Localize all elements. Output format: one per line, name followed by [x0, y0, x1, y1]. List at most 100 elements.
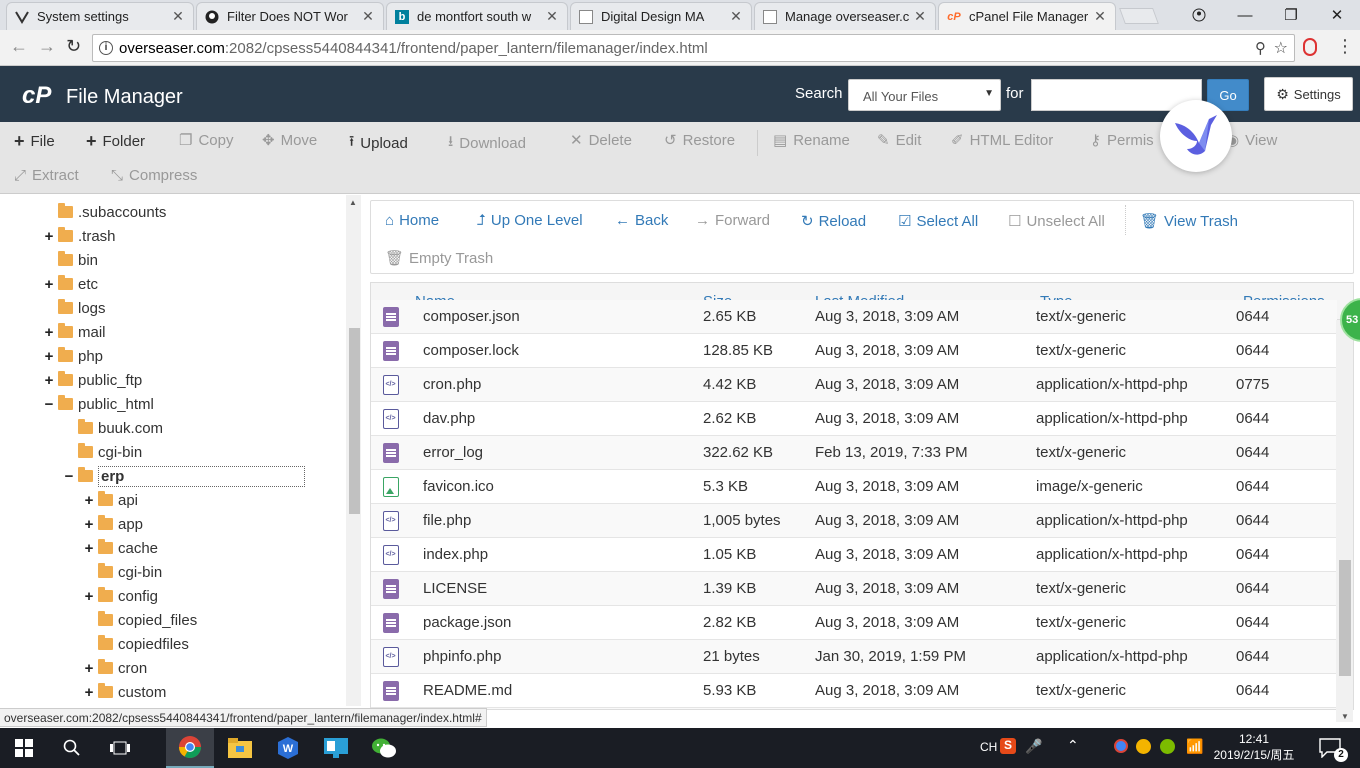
bird-assistant-icon[interactable]: [1160, 100, 1232, 172]
select-all-button[interactable]: ☑ Select All: [898, 212, 978, 231]
wechat-icon[interactable]: [360, 728, 408, 768]
tree-item[interactable]: + config: [83, 585, 158, 607]
table-row[interactable]: README.md 5.93 KB Aug 3, 2018, 3:09 AM text…: [371, 674, 1337, 708]
browser-tab[interactable]: System settings ✕: [6, 2, 194, 30]
browser-tab[interactable]: Filter Does NOT Wor ✕: [196, 2, 384, 30]
unselect-all-button[interactable]: ☐ Unselect All: [1008, 212, 1105, 231]
close-tab-icon[interactable]: ✕: [545, 8, 559, 25]
task-view-icon[interactable]: [96, 728, 144, 768]
tree-item[interactable]: buuk.com: [63, 417, 163, 439]
tree-expander[interactable]: +: [83, 492, 95, 509]
tree-item[interactable]: logs: [43, 297, 106, 319]
copy-button[interactable]: ❐ Copy: [179, 131, 233, 150]
close-tab-icon[interactable]: ✕: [171, 8, 185, 25]
new-tab-button[interactable]: [1119, 8, 1159, 24]
view-button[interactable]: ◉ View: [1226, 131, 1277, 150]
tree-item-selected[interactable]: − erp: [63, 465, 306, 487]
scroll-down-arrow-icon[interactable]: ▼: [1341, 712, 1349, 721]
table-scrollbar-thumb[interactable]: [1339, 560, 1351, 676]
chrome-menu-icon[interactable]: ⋮: [1336, 36, 1354, 57]
browser-tab-active[interactable]: cP cPanel File Manager ✕: [938, 2, 1116, 30]
chrome-taskbar-icon[interactable]: [166, 728, 214, 768]
new-file-button[interactable]: + File: [14, 131, 55, 152]
tree-item[interactable]: + api: [83, 489, 138, 511]
table-row[interactable]: package.json 2.82 KB Aug 3, 2018, 3:09 AM t…: [371, 606, 1337, 640]
windows-start-icon[interactable]: [0, 728, 48, 768]
reload-button[interactable]: ↻ Reload: [801, 212, 866, 231]
action-center-icon[interactable]: 2: [1306, 728, 1354, 768]
tree-expander[interactable]: +: [83, 516, 95, 533]
tree-item[interactable]: + app: [83, 513, 143, 535]
table-row[interactable]: index.php 1.05 KB Aug 3, 2018, 3:09 AM appl…: [371, 538, 1337, 572]
tree-expander[interactable]: +: [43, 276, 55, 293]
forward-icon[interactable]: →: [38, 36, 56, 57]
html-editor-button[interactable]: ✐ HTML Editor: [951, 131, 1053, 150]
move-button[interactable]: ✥ Move: [262, 131, 317, 150]
tree-item[interactable]: + cache: [83, 537, 158, 559]
table-row[interactable]: phpinfo.php 21 bytes Jan 30, 2019, 1:59 PM…: [371, 640, 1337, 674]
edit-button[interactable]: ✎ Edit: [877, 131, 921, 150]
tree-item[interactable]: + etc: [43, 273, 98, 295]
search-icon[interactable]: [48, 728, 96, 768]
tree-item[interactable]: + mail: [43, 321, 106, 343]
browser-tab[interactable]: b de montfort south w ✕: [386, 2, 568, 30]
table-row[interactable]: favicon.ico 5.3 KB Aug 3, 2018, 3:09 AM ima…: [371, 470, 1337, 504]
tree-item[interactable]: .subaccounts: [43, 201, 166, 223]
chrome-tray-icon[interactable]: [1114, 739, 1128, 753]
download-button[interactable]: ⭳ Download: [448, 131, 526, 156]
tray-app-icon[interactable]: [1136, 739, 1151, 754]
wps-office-icon[interactable]: W: [264, 728, 312, 768]
tree-item[interactable]: cgi-bin: [83, 561, 162, 583]
close-tab-icon[interactable]: ✕: [1093, 8, 1107, 25]
bookmark-star-icon[interactable]: ☆: [1274, 38, 1288, 58]
empty-trash-button[interactable]: 🗑 Empty Trash: [385, 249, 493, 268]
delete-button[interactable]: ✕ Delete: [570, 131, 632, 150]
tree-item[interactable]: + custom: [83, 681, 166, 703]
tree-item[interactable]: + .trash: [43, 225, 116, 247]
input-language-indicator[interactable]: CH: [980, 740, 997, 754]
tree-expander[interactable]: +: [43, 324, 55, 341]
tree-expander[interactable]: +: [43, 348, 55, 365]
tree-scrollbar-thumb[interactable]: [349, 328, 360, 514]
close-tab-icon[interactable]: ✕: [361, 8, 375, 25]
tree-item[interactable]: bin: [43, 249, 98, 271]
close-tab-icon[interactable]: ✕: [913, 8, 927, 25]
table-row[interactable]: file.php 1,005 bytes Aug 3, 2018, 3:09 AM a…: [371, 504, 1337, 538]
forward-button[interactable]: → Forward: [695, 212, 770, 229]
tree-item[interactable]: − public_html: [43, 393, 154, 415]
up-one-level-button[interactable]: ⮥ Up One Level: [477, 212, 583, 229]
home-button[interactable]: ⌂ Home: [385, 212, 439, 229]
back-icon[interactable]: ←: [10, 36, 28, 57]
reload-icon[interactable]: ↻: [66, 36, 81, 57]
tree-expander[interactable]: +: [83, 540, 95, 557]
chevron-up-icon[interactable]: ⌃: [1067, 737, 1079, 754]
settings-button[interactable]: ⚙ Settings: [1264, 77, 1353, 111]
extension-icon[interactable]: [1303, 38, 1317, 56]
tree-expander[interactable]: +: [43, 372, 55, 389]
tree-expander[interactable]: +: [83, 660, 95, 677]
table-row[interactable]: dav.php 2.62 KB Aug 3, 2018, 3:09 AM applic…: [371, 402, 1337, 436]
restore-icon[interactable]: ❐: [1268, 0, 1314, 30]
profile-icon[interactable]: [1176, 0, 1222, 30]
table-row[interactable]: composer.json 2.65 KB Aug 3, 2018, 3:09 AM…: [371, 300, 1337, 334]
info-icon[interactable]: i: [99, 41, 113, 55]
upload-button[interactable]: ⭱ Upload: [349, 131, 408, 156]
close-window-icon[interactable]: ✕: [1314, 0, 1360, 30]
cpanel-logo[interactable]: cP: [22, 82, 51, 110]
tree-item[interactable]: + php: [43, 345, 103, 367]
table-row[interactable]: composer.lock 128.85 KB Aug 3, 2018, 3:09 …: [371, 334, 1337, 368]
tree-item[interactable]: copied_files: [83, 609, 197, 631]
table-row[interactable]: error_log 322.62 KB Feb 13, 2019, 7:33 PM t…: [371, 436, 1337, 470]
tree-expander[interactable]: +: [83, 588, 95, 605]
compress-button[interactable]: ⤡ Compress: [111, 167, 197, 184]
tree-item[interactable]: + public_ftp: [43, 369, 142, 391]
tree-expander[interactable]: +: [83, 684, 95, 701]
url-bar[interactable]: i overseaser.com:2082/cpsess5440844341/f…: [92, 34, 1295, 62]
browser-tab[interactable]: Digital Design MA ✕: [570, 2, 752, 30]
scroll-up-arrow-icon[interactable]: ▲: [349, 198, 357, 207]
tree-expander[interactable]: −: [43, 396, 55, 413]
tray-app-icon[interactable]: [1160, 739, 1175, 754]
search-scope-select[interactable]: All Your Files ▼: [848, 79, 1001, 111]
tree-item[interactable]: + cron: [83, 657, 147, 679]
browser-tab[interactable]: Manage overseaser.c ✕: [754, 2, 936, 30]
